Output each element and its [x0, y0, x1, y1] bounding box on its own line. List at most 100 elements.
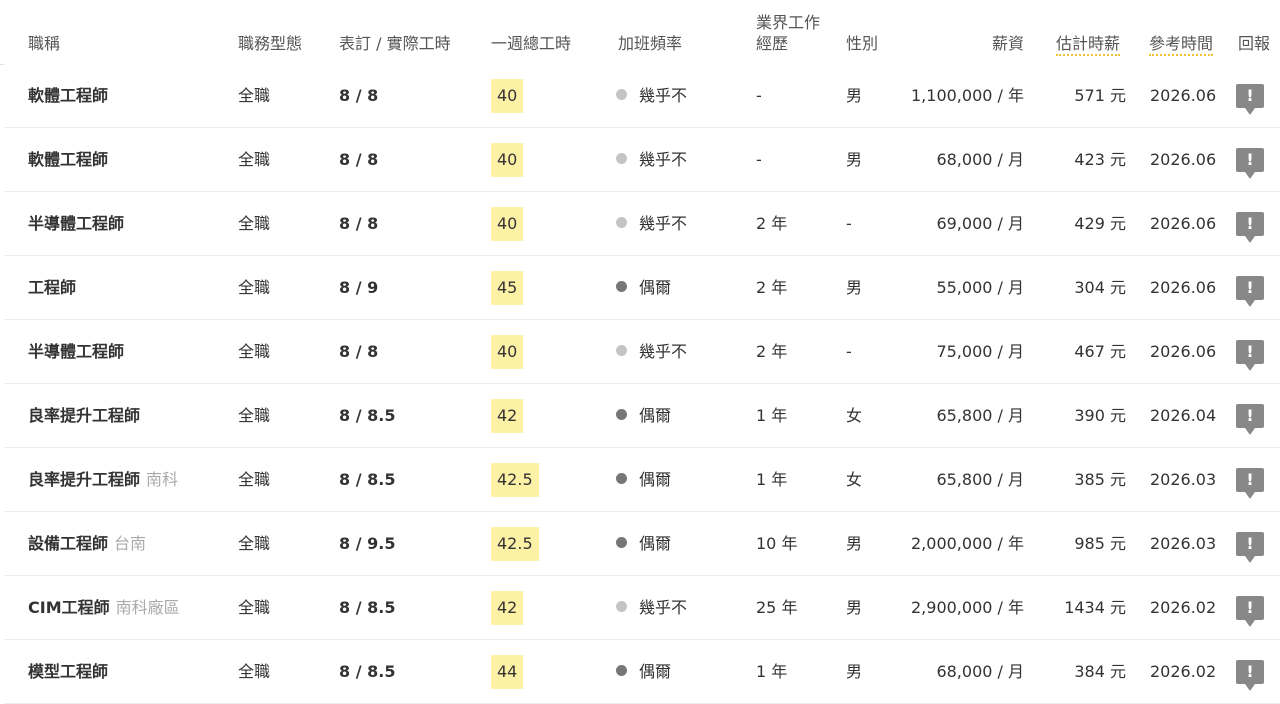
- overtime-text: 幾乎不: [639, 86, 688, 105]
- weekly-hours: 42: [491, 399, 524, 433]
- experience: 1 年: [756, 662, 788, 681]
- weekly-hours: 42.5: [491, 463, 539, 497]
- job-location: 南科廠區: [115, 598, 180, 617]
- report-icon[interactable]: !: [1236, 340, 1264, 371]
- overtime-text: 幾乎不: [639, 150, 688, 169]
- report-icon[interactable]: !: [1236, 532, 1264, 563]
- hourly-wage: 985 元: [1074, 534, 1126, 553]
- header-date[interactable]: 參考時間: [1149, 30, 1214, 56]
- job-title[interactable]: 半導體工程師: [28, 320, 130, 383]
- report-icon[interactable]: !: [1236, 84, 1264, 115]
- overtime-frequency: 幾乎不: [616, 320, 687, 383]
- table-row[interactable]: 設備工程師 台南 全職 8 / 9.5 42.5 偶爾 10 年 男 2,000,000 / 年…: [4, 512, 1280, 576]
- reference-date: 2026.06: [1150, 342, 1217, 361]
- weekly-hours: 42: [491, 591, 524, 625]
- overtime-frequency: 偶爾: [616, 512, 671, 575]
- table-row[interactable]: 工程師 全職 8 / 9 45 偶爾 2 年 男 55,000 / 月 304 元 2026.06…: [4, 256, 1280, 320]
- header-gender[interactable]: 性別: [846, 30, 878, 54]
- salary: 65,800 / 月: [936, 470, 1024, 489]
- weekly-hours: 44: [491, 655, 524, 689]
- employment-type: 全職: [238, 214, 271, 233]
- work-hours: 8 / 8.5: [339, 406, 396, 425]
- job-title[interactable]: 良率提升工程師 南科: [28, 448, 178, 511]
- gender: 女: [846, 406, 863, 425]
- table-row[interactable]: CIM工程師 南科廠區 全職 8 / 8.5 42 幾乎不 25 年 男 2,900,000 /…: [4, 576, 1280, 640]
- table-row[interactable]: 半導體工程師 全職 8 / 8 40 幾乎不 2 年 - 75,000 / 月 467 元 202…: [4, 320, 1280, 384]
- gender: 男: [846, 278, 863, 297]
- work-hours: 8 / 8.5: [339, 598, 396, 617]
- header-hourly[interactable]: 估計時薪: [1056, 30, 1121, 56]
- table-row[interactable]: 模型工程師 全職 8 / 8.5 44 偶爾 1 年 男 68,000 / 月 384 元 202…: [4, 640, 1280, 704]
- employment-type: 全職: [238, 278, 271, 297]
- salary: 1,100,000 / 年: [911, 86, 1024, 105]
- work-hours: 8 / 8.5: [339, 470, 396, 489]
- reference-date: 2026.02: [1150, 598, 1217, 617]
- report-icon[interactable]: !: [1236, 148, 1264, 179]
- job-title-text: CIM工程師: [28, 598, 110, 617]
- job-title[interactable]: 半導體工程師: [28, 192, 130, 255]
- overtime-text: 偶爾: [639, 278, 672, 297]
- hourly-wage: 467 元: [1074, 342, 1126, 361]
- hourly-wage: 1434 元: [1064, 598, 1126, 617]
- job-title-text: 模型工程師: [28, 662, 109, 681]
- weekly-hours: 40: [491, 143, 524, 177]
- report-icon[interactable]: !: [1236, 276, 1264, 307]
- table-row[interactable]: 良率提升工程師 全職 8 / 8.5 42 偶爾 1 年 女 65,800 / 月 390 元 2…: [4, 384, 1280, 448]
- report-icon[interactable]: !: [1236, 404, 1264, 435]
- overtime-frequency: 幾乎不: [616, 128, 687, 191]
- job-title[interactable]: 模型工程師: [28, 640, 114, 703]
- header-experience-line2[interactable]: 經歷: [756, 30, 788, 54]
- job-title[interactable]: 軟體工程師: [28, 128, 114, 191]
- overtime-dot-icon: [616, 409, 627, 420]
- table-row[interactable]: 良率提升工程師 南科 全職 8 / 8.5 42.5 偶爾 1 年 女 65,800 / 月 38…: [4, 448, 1280, 512]
- reference-date: 2026.06: [1150, 86, 1217, 105]
- salary: 55,000 / 月: [936, 278, 1024, 297]
- job-title-text: 半導體工程師: [28, 214, 125, 233]
- table-row[interactable]: 半導體工程師 全職 8 / 8 40 幾乎不 2 年 - 69,000 / 月 429 元 202…: [4, 192, 1280, 256]
- report-icon[interactable]: !: [1236, 660, 1264, 691]
- header-date-label: 參考時間: [1149, 34, 1214, 56]
- gender: 男: [846, 534, 863, 553]
- weekly-hours: 45: [491, 271, 524, 305]
- report-icon[interactable]: !: [1236, 596, 1264, 627]
- experience: 25 年: [756, 598, 798, 617]
- table-row[interactable]: 軟體工程師 全職 8 / 8 40 幾乎不 - 男 68,000 / 月 423 元 2026.0…: [4, 128, 1280, 192]
- overtime-dot-icon: [616, 537, 627, 548]
- employment-type: 全職: [238, 470, 271, 489]
- header-title[interactable]: 職稱: [28, 30, 60, 54]
- job-title-text: 良率提升工程師: [28, 406, 141, 425]
- overtime-frequency: 偶爾: [616, 256, 671, 319]
- salary: 68,000 / 月: [936, 662, 1024, 681]
- overtime-dot-icon: [616, 345, 627, 356]
- overtime-frequency: 偶爾: [616, 640, 671, 703]
- job-location: 台南: [114, 534, 147, 553]
- salary: 65,800 / 月: [936, 406, 1024, 425]
- experience: 10 年: [756, 534, 798, 553]
- job-title[interactable]: 工程師: [28, 256, 82, 319]
- overtime-text: 偶爾: [639, 534, 672, 553]
- hourly-wage: 304 元: [1074, 278, 1126, 297]
- header-overtime[interactable]: 加班頻率: [618, 30, 682, 54]
- employment-type: 全職: [238, 150, 271, 169]
- overtime-frequency: 偶爾: [616, 448, 671, 511]
- hourly-wage: 384 元: [1074, 662, 1126, 681]
- report-icon[interactable]: !: [1236, 468, 1264, 499]
- job-title[interactable]: 軟體工程師: [28, 64, 114, 127]
- overtime-dot-icon: [616, 217, 627, 228]
- header-hourly-label: 估計時薪: [1056, 34, 1121, 56]
- job-title[interactable]: 設備工程師 台南: [28, 512, 146, 575]
- reference-date: 2026.04: [1150, 406, 1217, 425]
- table-row[interactable]: 軟體工程師 全職 8 / 8 40 幾乎不 - 男 1,100,000 / 年 571 元 202…: [4, 64, 1280, 128]
- reference-date: 2026.06: [1150, 278, 1217, 297]
- header-type[interactable]: 職務型態: [238, 30, 302, 54]
- header-hours[interactable]: 表訂 / 實際工時: [339, 30, 451, 54]
- work-hours: 8 / 8: [339, 214, 379, 233]
- report-icon[interactable]: !: [1236, 212, 1264, 243]
- header-week-hours[interactable]: 一週總工時: [491, 30, 571, 54]
- header-salary[interactable]: 薪資: [992, 30, 1024, 54]
- gender: 男: [846, 86, 863, 105]
- job-title[interactable]: CIM工程師 南科廠區: [28, 576, 180, 639]
- job-title[interactable]: 良率提升工程師: [28, 384, 146, 447]
- employment-type: 全職: [238, 406, 271, 425]
- job-title-text: 軟體工程師: [28, 150, 109, 169]
